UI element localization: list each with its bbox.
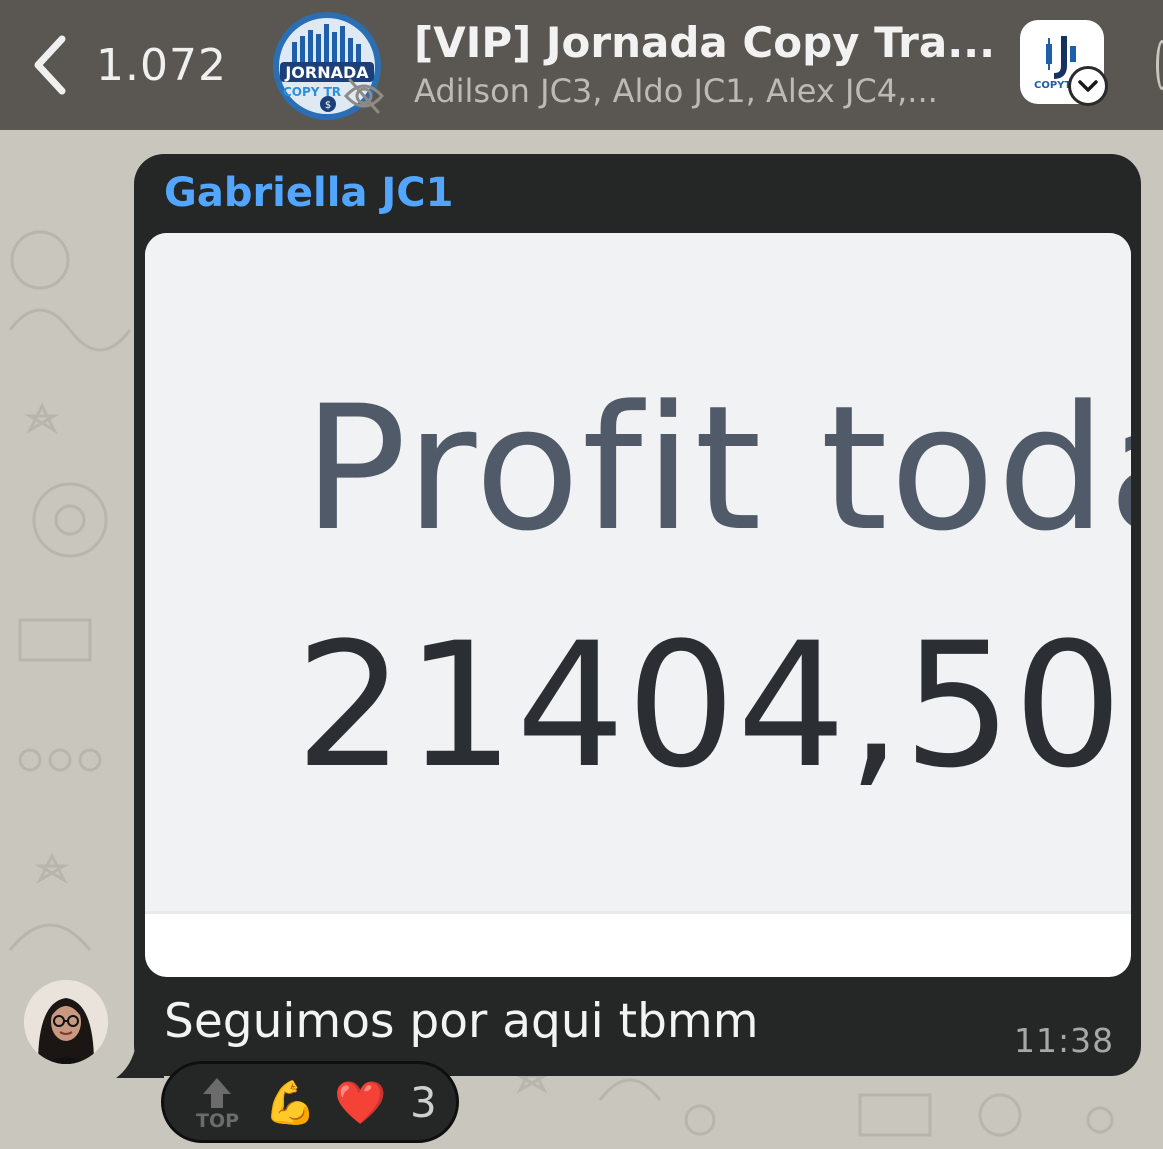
group-title[interactable]: [VIP] Jornada Copy Tra...: [414, 18, 1004, 67]
sender-name[interactable]: Gabriella JC1: [164, 170, 453, 216]
image-value-text: 21404,50: [295, 605, 1124, 806]
unread-count: 1.072: [96, 39, 227, 91]
chevron-left-icon: [34, 35, 66, 95]
message-caption: Seguimos por aqui tbmm: [164, 994, 759, 1049]
flexed-biceps-emoji: 💪: [264, 1078, 317, 1127]
back-button[interactable]: 1.072: [30, 30, 230, 100]
reactions-bar[interactable]: TOP 💪 ❤️ 3: [161, 1061, 459, 1143]
dropdown-button[interactable]: [1068, 66, 1108, 106]
top-reaction-label: TOP: [196, 1110, 240, 1132]
red-heart-emoji: ❤️: [334, 1078, 387, 1127]
image-divider: [145, 911, 1131, 914]
group-members: Adilson JC3, Aldo JC1, Alex JC4,...: [414, 72, 938, 110]
app-icon-label: COPYT: [1034, 80, 1072, 91]
image-label-text: Profit toda: [303, 368, 1131, 569]
message-image[interactable]: Profit toda 21404,50: [145, 233, 1131, 977]
top-reaction[interactable]: TOP: [194, 1076, 240, 1132]
message-time: 11:38: [1014, 1021, 1115, 1060]
arrow-up-icon: [203, 1078, 231, 1108]
edge-icon: [1156, 40, 1163, 90]
sender-avatar[interactable]: [24, 980, 108, 1064]
reaction-count: 3: [410, 1078, 437, 1127]
chevron-down-icon: [1078, 80, 1098, 92]
eye-slash-icon: [343, 78, 385, 114]
image-content: Profit toda 21404,50: [145, 233, 1131, 911]
group-avatar-subtitle: COPY TR: [283, 85, 341, 99]
svg-text:$: $: [325, 100, 331, 111]
chat-header: 1.072 JORNADA COPY TR $ [VIP] Jornada Co…: [0, 0, 1163, 130]
